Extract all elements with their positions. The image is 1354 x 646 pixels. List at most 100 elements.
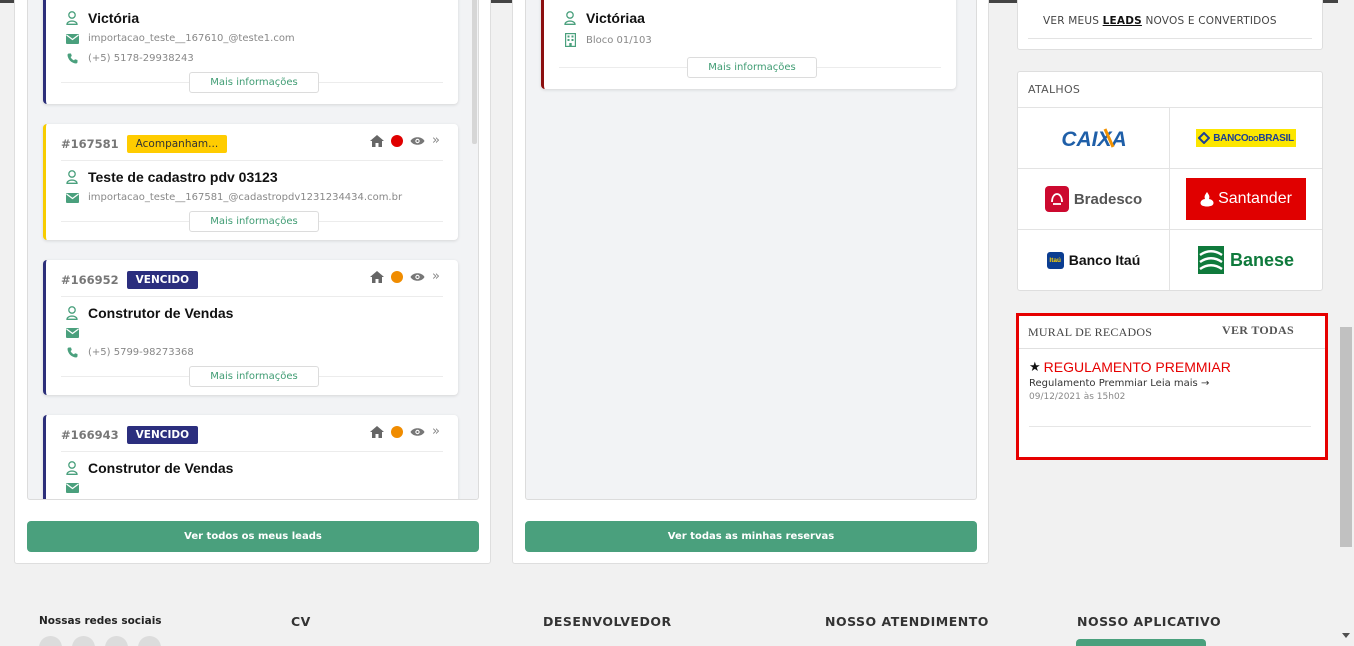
reserva-card: Victóriaa Bloco 01/103 Mais informações: [541, 0, 956, 89]
footer-social-title: Nossas redes sociais: [39, 615, 162, 627]
banco-do-brasil-logo: BANCODOBRASIL: [1196, 129, 1296, 147]
bank-santander-link[interactable]: Santander: [1170, 168, 1322, 229]
leads-link-panel: VER MEUS LEADS NOVOS E CONVERTIDOS: [1017, 0, 1323, 50]
leads-link-prefix: VER MEUS: [1043, 15, 1103, 27]
post-title: REGULAMENTO PREMMIAR: [1043, 359, 1231, 375]
lead-name: Construtor de Vendas: [88, 305, 234, 321]
envelope-icon: [65, 483, 79, 493]
leads-panel: Victória importacao_teste__167610_@teste…: [14, 0, 491, 564]
santander-logo: Santander: [1186, 178, 1306, 220]
eye-icon[interactable]: [410, 427, 425, 437]
bank-bb-link[interactable]: BANCODOBRASIL: [1170, 107, 1322, 168]
reserva-name: Victóriaa: [586, 10, 645, 26]
lead-name: Victória: [88, 10, 140, 26]
banese-logo-text: Banese: [1229, 249, 1295, 270]
youtube-icon[interactable]: [138, 636, 161, 646]
leads-link-bold: LEADS: [1102, 15, 1142, 27]
post-date: 09/12/2021 às 15h02: [1029, 392, 1126, 402]
user-icon: [563, 11, 577, 25]
footer-atendimento: NOSSO ATENDIMENTO: [825, 614, 989, 629]
chevrons-right-icon[interactable]: »: [432, 270, 440, 283]
bradesco-logo-icon: [1044, 186, 1069, 212]
page-scrollbar-track[interactable]: [1338, 0, 1354, 646]
atalhos-panel: ATALHOS CAIXA BANCODOBRASIL Bradesco San…: [1017, 71, 1323, 291]
lead-phone: (+5) 5178-29938243: [88, 53, 194, 64]
instagram-icon[interactable]: [72, 636, 95, 646]
lead-name: Teste de cadastro pdv 03123: [88, 169, 278, 185]
leads-link[interactable]: VER MEUS LEADS NOVOS E CONVERTIDOS: [1043, 15, 1277, 27]
more-info-button[interactable]: Mais informações: [189, 211, 319, 232]
mural-post[interactable]: ★ REGULAMENTO PREMMIAR Regulamento Premm…: [1029, 359, 1231, 402]
atalhos-title: ATALHOS: [1028, 83, 1081, 96]
linkedin-icon[interactable]: [105, 636, 128, 646]
footer-aplicativo: NOSSO APLICATIVO: [1077, 614, 1222, 629]
more-info-button[interactable]: Mais informações: [189, 72, 319, 93]
eye-icon[interactable]: [410, 272, 425, 282]
page-scrollbar-thumb[interactable]: [1340, 327, 1352, 547]
user-icon: [65, 170, 79, 184]
santander-logo-text: Santander: [1218, 190, 1292, 207]
lead-name: Construtor de Vendas: [88, 460, 234, 476]
lead-email: importacao_teste__167610_@teste1.com: [88, 33, 295, 44]
status-badge: VENCIDO: [126, 426, 198, 444]
chevrons-right-icon[interactable]: »: [432, 134, 440, 147]
bank-itau-link[interactable]: Itaú Banco Itaú: [1018, 229, 1170, 290]
user-icon: [65, 461, 79, 475]
lead-phone: (+5) 5799-98273368: [88, 347, 194, 358]
mural-de-recados: MURAL DE RECADOS VER TODAS ★ REGULAMENTO…: [1016, 313, 1328, 460]
chevrons-right-icon[interactable]: »: [432, 425, 440, 438]
status-badge: VENCIDO: [126, 271, 198, 289]
banese-logo-icon: [1197, 246, 1224, 274]
reservas-list[interactable]: Victóriaa Bloco 01/103 Mais informações: [525, 0, 977, 500]
status-dot: [391, 425, 404, 438]
phone-icon: [65, 347, 79, 358]
app-store-button[interactable]: [1076, 639, 1206, 646]
lead-id: #166952: [61, 273, 119, 287]
post-text: Regulamento Premmiar Leia mais →: [1029, 378, 1210, 389]
status-dot: [391, 134, 404, 147]
reservas-panel: Victóriaa Bloco 01/103 Mais informações …: [512, 0, 989, 564]
home-icon[interactable]: [370, 425, 385, 438]
envelope-icon: [65, 33, 79, 44]
building-icon: [563, 33, 577, 47]
santander-flame-icon: [1200, 192, 1214, 207]
lead-card: #166952 VENCIDO » Construtor de Vendas (…: [43, 260, 458, 395]
lead-card: #166943 VENCIDO » Construtor de Vendas: [43, 415, 458, 499]
more-info-button[interactable]: Mais informações: [189, 366, 319, 387]
bradesco-logo-text: Bradesco: [1073, 190, 1143, 208]
lead-card: Victória importacao_teste__167610_@teste…: [43, 0, 458, 104]
social-icons: [39, 636, 161, 646]
ver-todas-link[interactable]: VER TODAS: [1222, 323, 1294, 338]
status-dot: [391, 270, 404, 283]
envelope-icon: [65, 192, 79, 203]
leads-list[interactable]: Victória importacao_teste__167610_@teste…: [27, 0, 479, 500]
home-icon[interactable]: [370, 270, 385, 283]
leads-scrollbar-thumb[interactable]: [472, 0, 477, 144]
more-info-button[interactable]: Mais informações: [687, 57, 817, 78]
user-icon: [65, 306, 79, 320]
eye-icon[interactable]: [410, 136, 425, 146]
status-badge: Acompanham...: [126, 135, 228, 153]
footer-desenvolvedor: DESENVOLVEDOR: [543, 614, 672, 629]
lead-card: #167581 Acompanham... » Teste de cadastr…: [43, 124, 458, 240]
bank-caixa-link[interactable]: CAIXA: [1018, 107, 1170, 168]
user-icon: [65, 11, 79, 25]
mural-title: MURAL DE RECADOS: [1028, 325, 1153, 339]
see-all-reservas-button[interactable]: Ver todas as minhas reservas: [525, 521, 977, 552]
envelope-icon: [65, 328, 79, 338]
facebook-icon[interactable]: [39, 636, 62, 646]
footer-cv: CV: [291, 614, 311, 629]
bb-symbol-icon: [1198, 132, 1211, 144]
bank-bradesco-link[interactable]: Bradesco: [1018, 168, 1170, 229]
bank-banese-link[interactable]: Banese: [1170, 229, 1322, 290]
see-all-leads-button[interactable]: Ver todos os meus leads: [27, 521, 479, 552]
home-icon[interactable]: [370, 134, 385, 147]
itau-logo-icon: Itaú: [1046, 251, 1064, 269]
lead-id: #167581: [61, 137, 119, 151]
caixa-logo: CAIXA: [1061, 128, 1126, 150]
scroll-down-arrow-icon[interactable]: [1342, 633, 1350, 638]
lead-id: #166943: [61, 428, 119, 442]
leads-link-suffix: NOVOS E CONVERTIDOS: [1141, 15, 1277, 27]
svg-text:CAIXA: CAIXA: [1061, 128, 1126, 150]
star-icon: ★: [1029, 359, 1041, 375]
